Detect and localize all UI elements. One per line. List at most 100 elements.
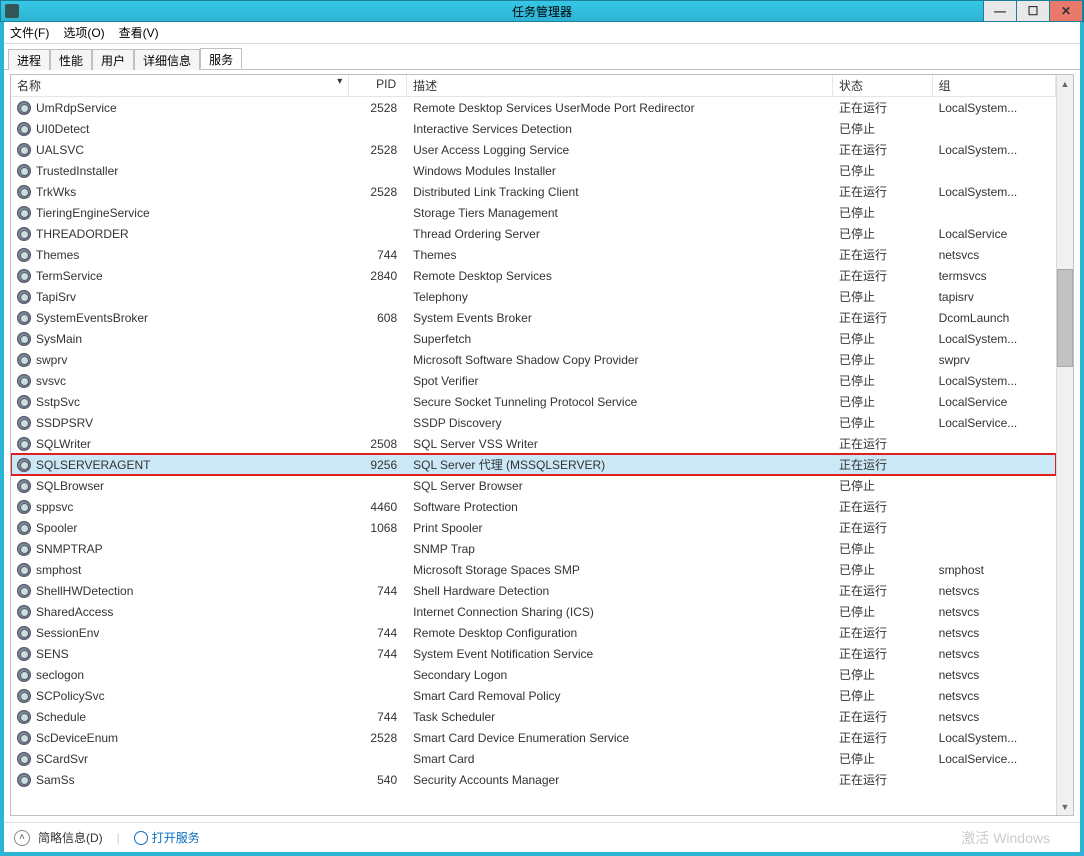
table-row[interactable]: UALSVC2528User Access Logging Service正在运… (11, 139, 1056, 160)
col-pid[interactable]: PID (349, 75, 407, 96)
table-row[interactable]: SQLWriter2508SQL Server VSS Writer正在运行 (11, 433, 1056, 454)
menu-options[interactable]: 选项(O) (63, 24, 104, 41)
table-row[interactable]: SCPolicySvcSmart Card Removal Policy已停止n… (11, 685, 1056, 706)
table-row[interactable]: svsvcSpot Verifier已停止LocalSystem... (11, 370, 1056, 391)
table-row[interactable]: Themes744Themes正在运行netsvcs (11, 244, 1056, 265)
open-services-link[interactable]: 打开服务 (134, 829, 200, 846)
service-status: 已停止 (833, 351, 933, 368)
table-row[interactable]: swprvMicrosoft Software Shadow Copy Prov… (11, 349, 1056, 370)
table-row[interactable]: SystemEventsBroker608System Events Broke… (11, 307, 1056, 328)
table-row[interactable]: SysMainSuperfetch已停止LocalSystem... (11, 328, 1056, 349)
close-button[interactable]: ✕ (1049, 0, 1083, 22)
service-status: 已停止 (833, 120, 933, 137)
scroll-down-icon[interactable]: ▼ (1057, 798, 1073, 815)
tab-performance[interactable]: 性能 (50, 49, 92, 70)
service-desc: Spot Verifier (407, 374, 833, 388)
service-icon (17, 668, 31, 682)
service-name: TieringEngineService (36, 206, 150, 220)
service-desc: SQL Server VSS Writer (407, 437, 833, 451)
table-row[interactable]: seclogonSecondary Logon已停止netsvcs (11, 664, 1056, 685)
table-row[interactable]: SQLSERVERAGENT9256SQL Server 代理 (MSSQLSE… (11, 454, 1056, 475)
collapse-icon[interactable]: ˄ (14, 830, 30, 846)
table-row[interactable]: SharedAccessInternet Connection Sharing … (11, 601, 1056, 622)
tab-services[interactable]: 服务 (200, 48, 242, 69)
table-row[interactable]: SENS744System Event Notification Service… (11, 643, 1056, 664)
tab-users[interactable]: 用户 (92, 49, 134, 70)
table-row[interactable]: ScDeviceEnum2528Smart Card Device Enumer… (11, 727, 1056, 748)
col-desc[interactable]: 描述 (407, 75, 833, 96)
service-status: 已停止 (833, 666, 933, 683)
service-status: 正在运行 (833, 99, 933, 116)
service-name: ScDeviceEnum (36, 731, 118, 745)
table-row[interactable]: SessionEnv 744Remote Desktop Configuratio… (11, 622, 1056, 643)
menu-file[interactable]: 文件(F) (10, 24, 49, 41)
table-row[interactable]: ShellHWDetection744Shell Hardware Detect… (11, 580, 1056, 601)
service-icon (17, 479, 31, 493)
table-row[interactable]: smphostMicrosoft Storage Spaces SMP已停止sm… (11, 559, 1056, 580)
service-status: 正在运行 (833, 435, 933, 452)
service-status: 正在运行 (833, 498, 933, 515)
table-row[interactable]: SstpSvcSecure Socket Tunneling Protocol … (11, 391, 1056, 412)
service-desc: Remote Desktop Services (407, 269, 833, 283)
col-status[interactable]: 状态 (833, 75, 933, 96)
service-desc: User Access Logging Service (407, 143, 833, 157)
service-name: THREADORDER (36, 227, 129, 241)
service-pid: 2840 (349, 269, 407, 283)
table-row[interactable]: TrustedInstallerWindows Modules Installe… (11, 160, 1056, 181)
service-name: SessionEnv (36, 626, 99, 640)
service-desc: SQL Server 代理 (MSSQLSERVER) (407, 456, 833, 473)
service-desc: Distributed Link Tracking Client (407, 185, 833, 199)
table-row[interactable]: TieringEngineServiceStorage Tiers Manage… (11, 202, 1056, 223)
service-pid: 744 (349, 626, 407, 640)
service-desc: Themes (407, 248, 833, 262)
table-row[interactable]: UI0DetectInteractive Services Detection已… (11, 118, 1056, 139)
service-icon (17, 332, 31, 346)
service-icon (17, 605, 31, 619)
service-group: LocalService (933, 395, 1056, 409)
table-row[interactable]: TapiSrvTelephony已停止tapisrv (11, 286, 1056, 307)
service-name: SSDPSRV (36, 416, 93, 430)
minimize-button[interactable]: — (983, 0, 1017, 22)
service-group: smphost (933, 563, 1056, 577)
table-row[interactable]: TrkWks2528Distributed Link Tracking Clie… (11, 181, 1056, 202)
service-group: swprv (933, 353, 1056, 367)
service-name: Themes (36, 248, 79, 262)
table-row[interactable]: Schedule744Task Scheduler正在运行netsvcs (11, 706, 1056, 727)
table-row[interactable]: Spooler1068Print Spooler正在运行 (11, 517, 1056, 538)
col-name[interactable]: 名称 ▾ (11, 75, 349, 96)
service-name: swprv (36, 353, 67, 367)
table-row[interactable]: SSDPSRVSSDP Discovery已停止LocalService... (11, 412, 1056, 433)
tab-processes[interactable]: 进程 (8, 49, 50, 70)
vertical-scrollbar[interactable]: ▲ ▼ (1056, 75, 1073, 815)
service-group: LocalSystem... (933, 101, 1056, 115)
service-name: smphost (36, 563, 81, 577)
tab-details[interactable]: 详细信息 (134, 49, 200, 70)
table-row[interactable]: SNMPTRAPSNMP Trap已停止 (11, 538, 1056, 559)
service-desc: Remote Desktop Configuration (407, 626, 833, 640)
table-row[interactable]: SCardSvrSmart Card已停止LocalService... (11, 748, 1056, 769)
window-controls: — ☐ ✕ (984, 0, 1083, 22)
service-icon (17, 710, 31, 724)
service-pid: 608 (349, 311, 407, 325)
service-name: TrustedInstaller (36, 164, 118, 178)
sort-indicator-icon: ▾ (337, 76, 342, 87)
menu-view[interactable]: 查看(V) (119, 24, 159, 41)
service-icon (17, 689, 31, 703)
table-row[interactable]: TermService2840Remote Desktop Services正在… (11, 265, 1056, 286)
table-row[interactable]: sppsvc4460Software Protection正在运行 (11, 496, 1056, 517)
scrollbar-track[interactable] (1057, 92, 1073, 798)
col-group[interactable]: 组 (933, 75, 1056, 96)
service-group: netsvcs (933, 584, 1056, 598)
table-row[interactable]: SamSs540Security Accounts Manager正在运行 (11, 769, 1056, 790)
maximize-button[interactable]: ☐ (1016, 0, 1050, 22)
table-row[interactable]: THREADORDERThread Ordering Server已停止Loca… (11, 223, 1056, 244)
scrollbar-thumb[interactable] (1057, 269, 1073, 368)
brief-info-button[interactable]: 简略信息(D) (38, 829, 103, 846)
service-group: LocalService... (933, 416, 1056, 430)
table-row[interactable]: SQLBrowserSQL Server Browser已停止 (11, 475, 1056, 496)
service-desc: SSDP Discovery (407, 416, 833, 430)
table-row[interactable]: UmRdpService2528Remote Desktop Services … (11, 97, 1056, 118)
service-name: SQLBrowser (36, 479, 104, 493)
titlebar[interactable]: 任务管理器 — ☐ ✕ (0, 0, 1084, 22)
scroll-up-icon[interactable]: ▲ (1057, 75, 1073, 92)
